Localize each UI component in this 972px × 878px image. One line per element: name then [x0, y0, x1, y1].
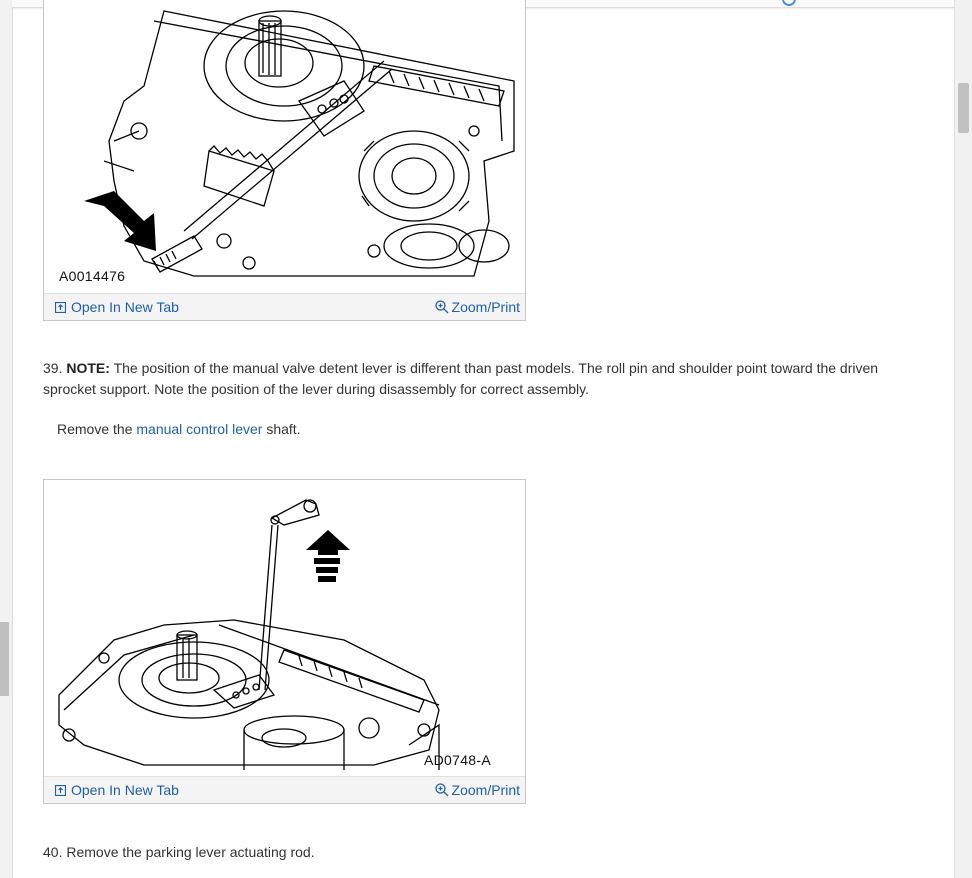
left-rail [0, 0, 13, 878]
figure-ad0748-a: AD0748-A Open In New Tab Zoom/Print [43, 479, 526, 804]
step-40: 40. Remove the parking lever actuating r… [43, 844, 315, 860]
scrollbar-thumb[interactable] [958, 83, 969, 133]
open-in-new-tab-label: Open In New Tab [71, 782, 179, 798]
figure-a0014476: A0014476 Open In New Tab Zoom/Print [43, 0, 526, 321]
transmission-illustration-2 [58, 499, 440, 770]
open-in-new-tab-icon [55, 784, 66, 796]
zoom-magnifier-icon [434, 300, 448, 314]
figure-footer: Open In New Tab Zoom/Print [44, 293, 525, 320]
zoom-print-label: Zoom/Print [451, 782, 520, 798]
step-39-instruction: Remove the manual control lever shaft. [57, 419, 937, 440]
open-in-new-tab-link[interactable]: Open In New Tab [55, 299, 179, 315]
step-number: 39. [43, 360, 63, 376]
step-39-note: 39. NOTE: The position of the manual val… [43, 358, 923, 400]
page-scrollbar[interactable] [954, 0, 972, 878]
figure-footer: Open In New Tab Zoom/Print [44, 776, 525, 803]
left-rail-handle[interactable] [0, 622, 9, 696]
transmission-illustration-1 [84, 10, 515, 277]
remove-prefix: Remove the [57, 421, 133, 437]
zoom-magnifier-icon [434, 783, 448, 797]
remove-suffix: shaft. [266, 421, 301, 437]
manual-control-lever-link[interactable]: manual control lever [136, 421, 262, 437]
zoom-print-label: Zoom/Print [451, 299, 520, 315]
open-in-new-tab-link[interactable]: Open In New Tab [55, 782, 179, 798]
open-in-new-tab-label: Open In New Tab [71, 299, 179, 315]
toolbar-button-partial[interactable] [782, 0, 796, 6]
note-label: NOTE: [66, 360, 110, 376]
figure-label: AD0748-A [424, 752, 491, 768]
open-in-new-tab-icon [55, 301, 66, 313]
zoom-print-link[interactable]: Zoom/Print [434, 299, 520, 315]
zoom-print-link[interactable]: Zoom/Print [434, 782, 520, 798]
note-text: The position of the manual valve detent … [43, 360, 879, 397]
figure-label: A0014476 [59, 268, 126, 284]
